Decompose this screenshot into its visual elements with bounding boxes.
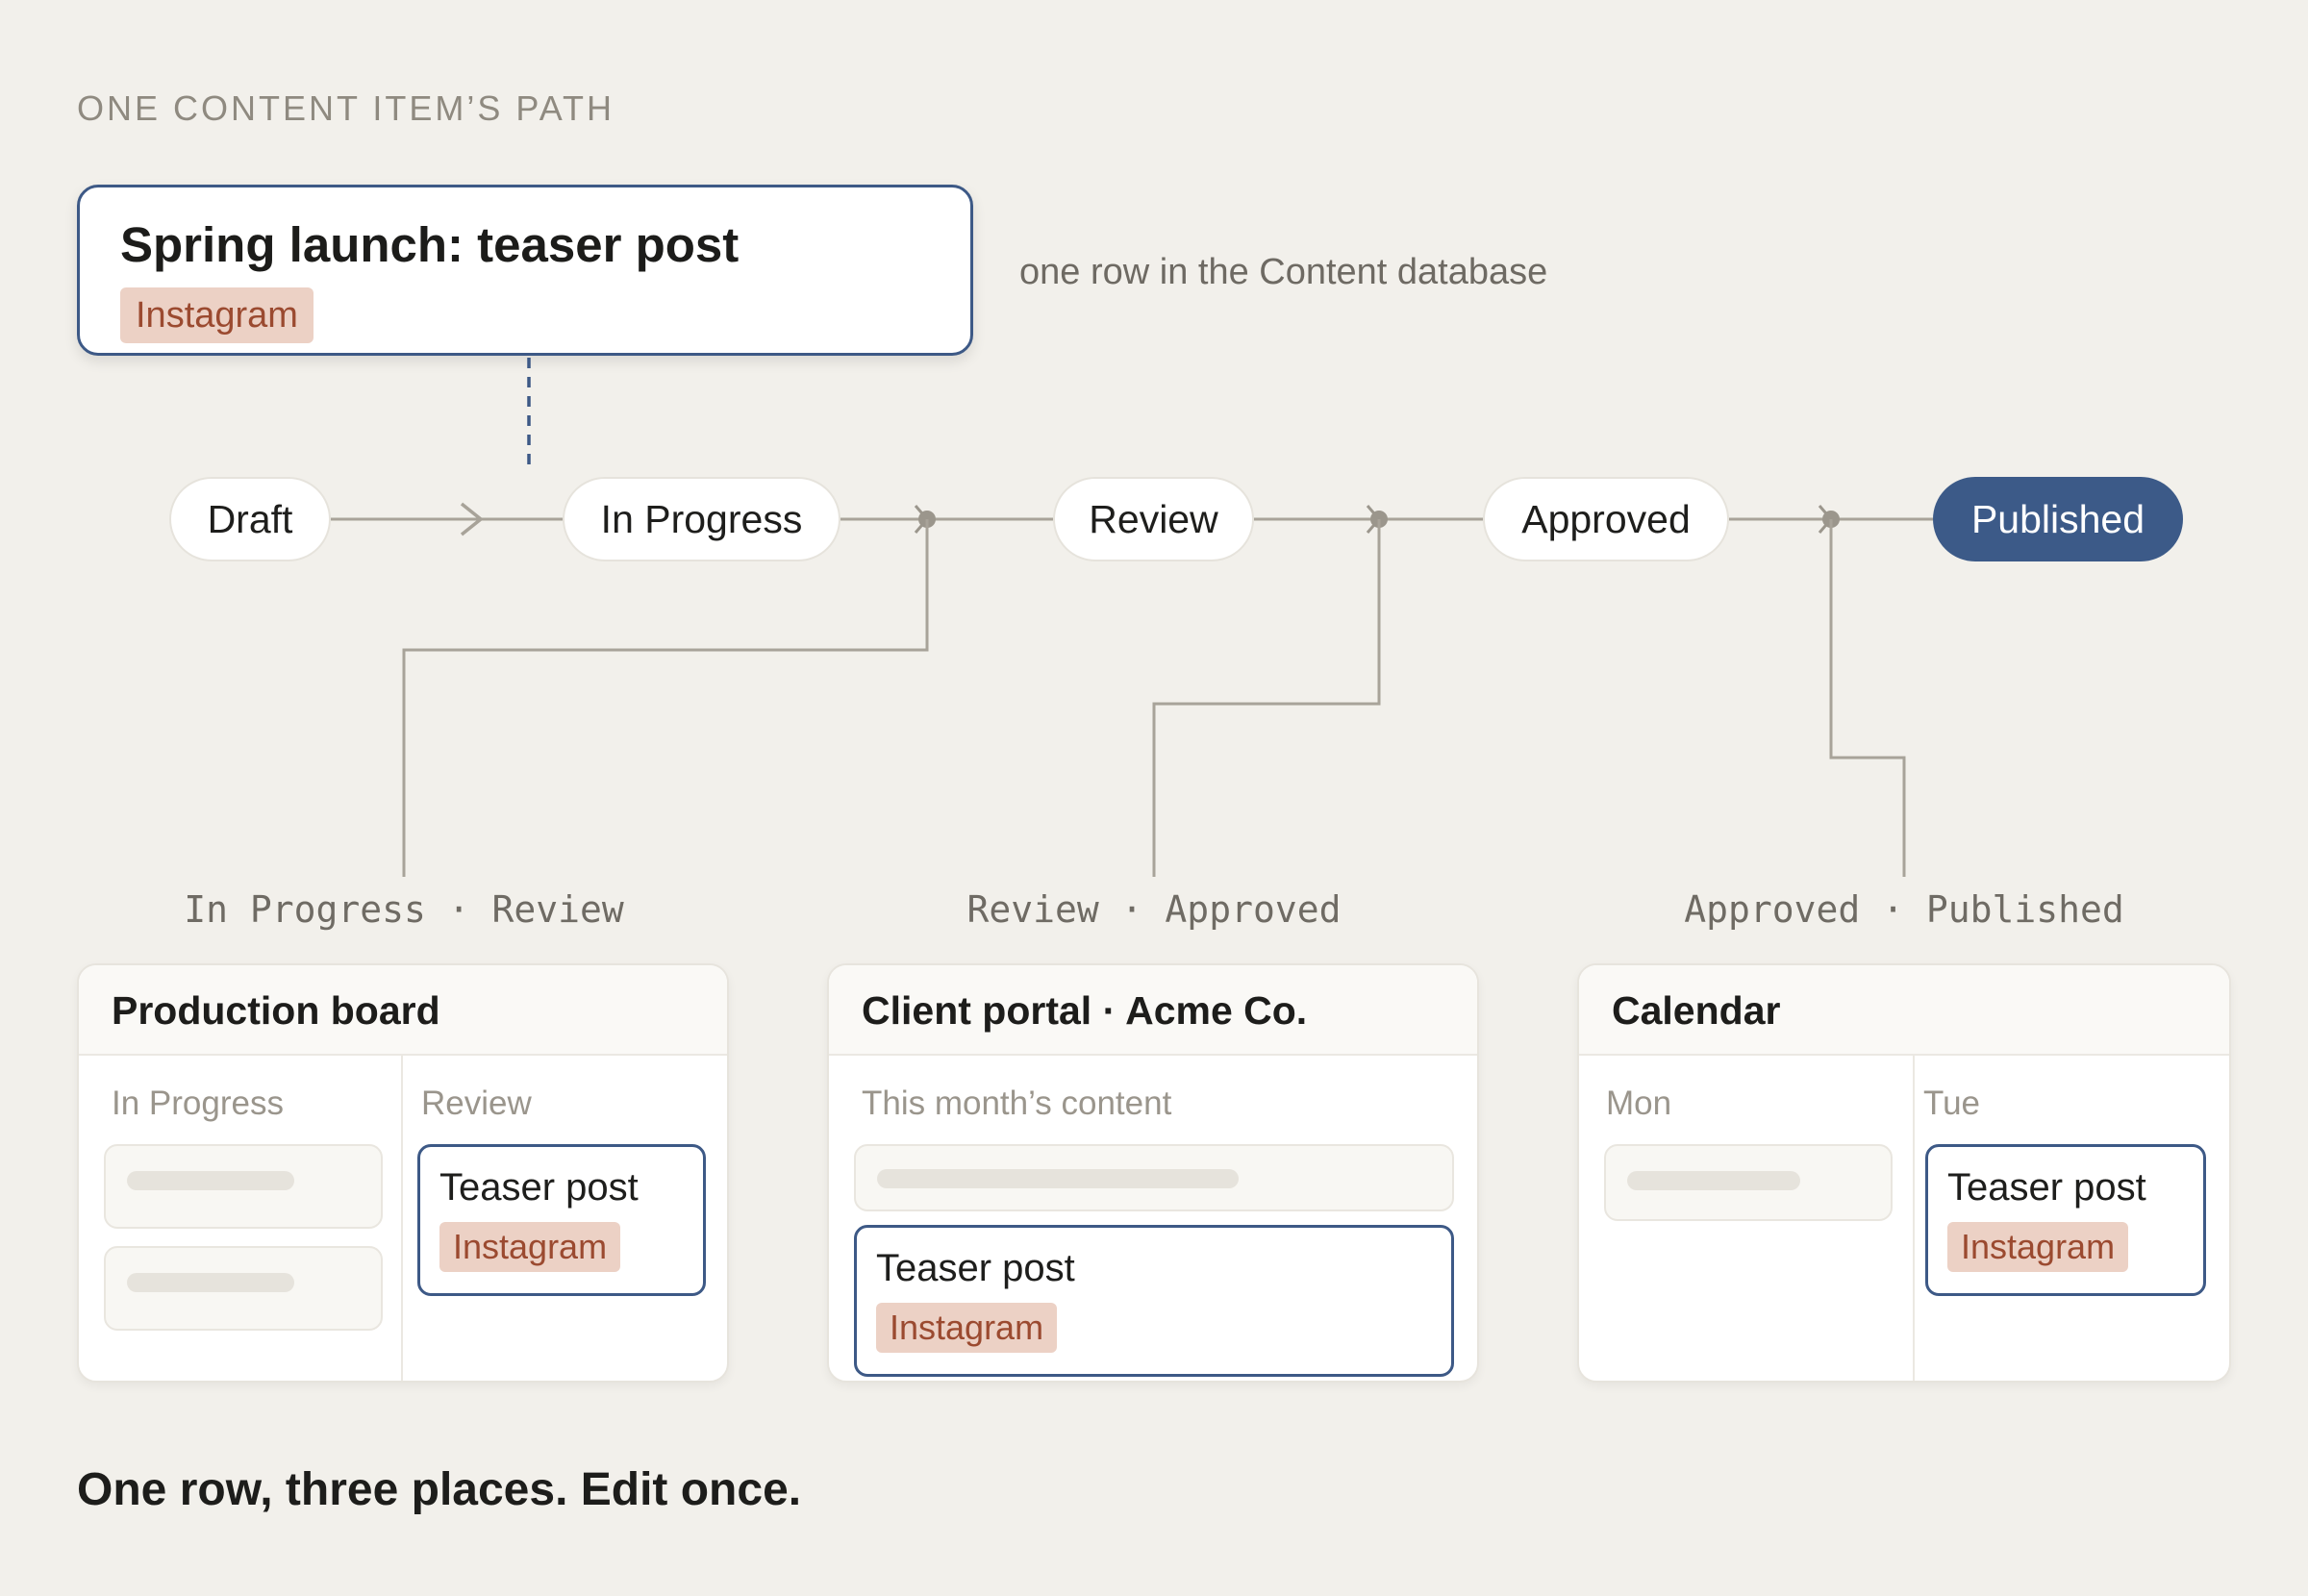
placeholder-card <box>854 1144 1454 1211</box>
view-transition-label: Review · Approved <box>966 888 1342 931</box>
client-portal-panel[interactable]: Client portal · Acme Co. This month’s co… <box>827 963 1479 1383</box>
stage-approved[interactable]: Approved <box>1483 477 1729 561</box>
stage-in-progress[interactable]: In Progress <box>563 477 840 561</box>
card-title: Teaser post <box>876 1247 1075 1289</box>
teaser-post-card[interactable]: Teaser post Instagram <box>1925 1144 2206 1296</box>
placeholder-card <box>1604 1144 1893 1221</box>
platform-tag: Instagram <box>876 1303 1058 1353</box>
calendar-panel[interactable]: Calendar Mon Tue Teaser post Instagram <box>1577 963 2231 1383</box>
stage-published[interactable]: Published <box>1933 477 2183 561</box>
column-label: This month’s content <box>862 1085 1172 1122</box>
production-board-panel[interactable]: Production board In Progress Review Teas… <box>77 963 729 1383</box>
placeholder-card <box>104 1246 383 1331</box>
placeholder-card <box>104 1144 383 1229</box>
branch-to-calendar <box>1829 519 1906 877</box>
column-divider <box>401 1056 403 1381</box>
column-label: Tue <box>1923 1085 1981 1122</box>
stage-draft[interactable]: Draft <box>169 477 331 561</box>
platform-tag: Instagram <box>439 1222 621 1272</box>
column-label: Review <box>421 1085 532 1122</box>
panel-title: Client portal · Acme Co. <box>829 965 1477 1056</box>
teaser-post-card[interactable]: Teaser post Instagram <box>417 1144 706 1296</box>
teaser-post-card[interactable]: Teaser post Instagram <box>854 1225 1454 1377</box>
view-transition-label: Approved · Published <box>1684 888 2124 931</box>
stage-review[interactable]: Review <box>1053 477 1254 561</box>
panel-title: Calendar <box>1579 965 2229 1056</box>
view-transition-label: In Progress · Review <box>184 888 624 931</box>
column-label: Mon <box>1606 1085 1672 1122</box>
panel-title: Production board <box>79 965 727 1056</box>
column-label: In Progress <box>112 1085 284 1122</box>
platform-tag: Instagram <box>1947 1222 2129 1272</box>
column-divider <box>1913 1056 1915 1381</box>
card-title: Teaser post <box>439 1166 639 1209</box>
branch-to-production-board <box>402 519 929 877</box>
branch-to-client-portal <box>1152 519 1381 877</box>
card-title: Teaser post <box>1947 1166 2146 1209</box>
footer-caption: One row, three places. Edit once. <box>77 1464 802 1515</box>
